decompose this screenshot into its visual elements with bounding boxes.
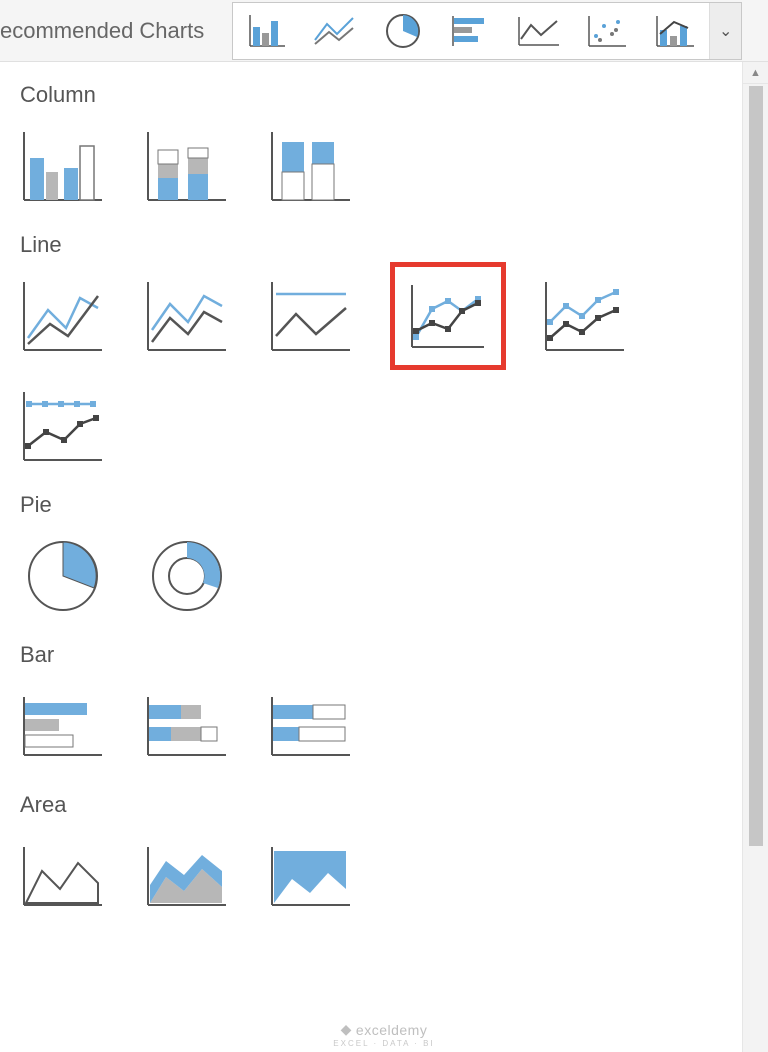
chart-gallery-panel: Column (0, 62, 742, 1052)
section-title-bar: Bar (20, 642, 724, 668)
section-title-pie: Pie (20, 492, 724, 518)
combo-chart-dropdown-icon[interactable] (641, 3, 709, 59)
column-chart-dropdown-icon[interactable] (233, 3, 301, 59)
column-chart-row (18, 126, 724, 206)
line-chart-dropdown-icon[interactable] (301, 3, 369, 59)
100-stacked-bar-thumb[interactable] (266, 686, 356, 766)
chart-gallery-expand-chevron[interactable]: ⌄ (709, 3, 741, 59)
bar-chart-row (18, 686, 724, 766)
area-thumb[interactable] (18, 836, 108, 916)
section-title-line: Line (20, 232, 724, 258)
area-chart-row (18, 836, 724, 916)
line-thumb[interactable] (18, 276, 108, 356)
scroll-thumb[interactable] (749, 86, 763, 846)
chart-type-quick-icons: ⌄ (232, 2, 742, 60)
recommended-charts-button[interactable]: ecommended Charts (0, 18, 218, 44)
clustered-bar-thumb[interactable] (18, 686, 108, 766)
stacked-line-with-markers-thumb[interactable] (540, 276, 630, 356)
100-stacked-column-thumb[interactable] (266, 126, 356, 206)
pie-chart-row (18, 536, 724, 616)
scroll-up-arrow-icon[interactable]: ▲ (743, 62, 768, 84)
section-title-column: Column (20, 82, 724, 108)
pie-thumb[interactable] (18, 536, 108, 616)
bar-chart-dropdown-icon[interactable] (437, 3, 505, 59)
line-chart-row (18, 276, 724, 466)
gallery-scrollbar[interactable]: ▲ (742, 62, 768, 1052)
100-stacked-line-thumb[interactable] (266, 276, 356, 356)
pie-chart-dropdown-icon[interactable] (369, 3, 437, 59)
100-stacked-area-thumb[interactable] (266, 836, 356, 916)
scatter-chart-dropdown-icon[interactable] (573, 3, 641, 59)
stacked-column-thumb[interactable] (142, 126, 232, 206)
stacked-area-thumb[interactable] (142, 836, 232, 916)
stacked-line-thumb[interactable] (142, 276, 232, 356)
clustered-column-thumb[interactable] (18, 126, 108, 206)
area-chart-dropdown-icon[interactable] (505, 3, 573, 59)
line-with-markers-inner (408, 281, 488, 351)
doughnut-thumb[interactable] (142, 536, 232, 616)
chevron-down-icon: ⌄ (719, 21, 732, 41)
100-stacked-line-with-markers-thumb[interactable] (18, 386, 108, 466)
stacked-bar-thumb[interactable] (142, 686, 232, 766)
section-title-area: Area (20, 792, 724, 818)
ribbon-charts-group: ecommended Charts (0, 0, 768, 62)
line-with-markers-thumb[interactable] (390, 262, 506, 370)
